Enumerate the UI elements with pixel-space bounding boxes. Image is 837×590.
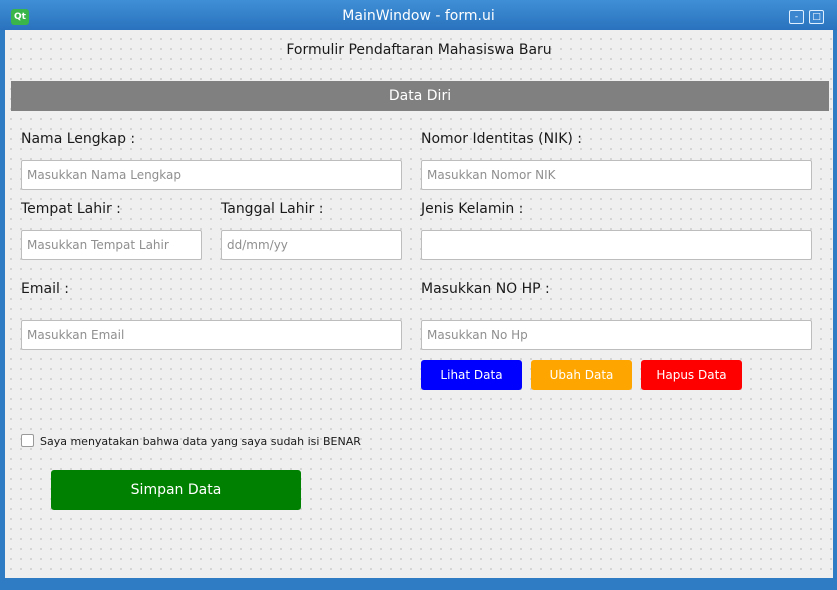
- jenis-kelamin-input[interactable]: [421, 230, 812, 260]
- agreement-label[interactable]: Saya menyatakan bahwa data yang saya sud…: [40, 435, 361, 448]
- section-header-data-diri: Data Diri: [11, 81, 829, 111]
- lihat-data-button[interactable]: Lihat Data: [421, 360, 522, 390]
- title-bar[interactable]: Qt MainWindow - form.ui - □: [0, 0, 837, 30]
- agreement-checkbox[interactable]: [21, 434, 34, 447]
- no-hp-label: Masukkan NO HP :: [421, 281, 550, 297]
- jenis-kelamin-label: Jenis Kelamin :: [421, 201, 524, 217]
- form-client-area: Formulir Pendaftaran Mahasiswa Baru Data…: [5, 30, 833, 578]
- nik-input[interactable]: [421, 160, 812, 190]
- main-window: Qt MainWindow - form.ui - □ Formulir Pen…: [0, 0, 837, 590]
- nik-label: Nomor Identitas (NIK) :: [421, 131, 583, 147]
- window-title: MainWindow - form.ui: [342, 8, 495, 24]
- simpan-data-button[interactable]: Simpan Data: [51, 470, 301, 510]
- tanggal-lahir-label: Tanggal Lahir :: [221, 201, 324, 217]
- tempat-lahir-label: Tempat Lahir :: [21, 201, 121, 217]
- window-bottom-border: [5, 578, 833, 590]
- tempat-lahir-input[interactable]: [21, 230, 202, 260]
- email-input[interactable]: [21, 320, 402, 350]
- maximize-button[interactable]: □: [809, 10, 824, 24]
- ubah-data-button[interactable]: Ubah Data: [531, 360, 632, 390]
- nama-lengkap-label: Nama Lengkap :: [21, 131, 136, 147]
- minimize-button[interactable]: -: [789, 10, 804, 24]
- tanggal-lahir-input[interactable]: [221, 230, 402, 260]
- nama-lengkap-input[interactable]: [21, 160, 402, 190]
- hapus-data-button[interactable]: Hapus Data: [641, 360, 742, 390]
- form-title: Formulir Pendaftaran Mahasiswa Baru: [286, 42, 552, 58]
- email-label: Email :: [21, 281, 70, 297]
- no-hp-input[interactable]: [421, 320, 812, 350]
